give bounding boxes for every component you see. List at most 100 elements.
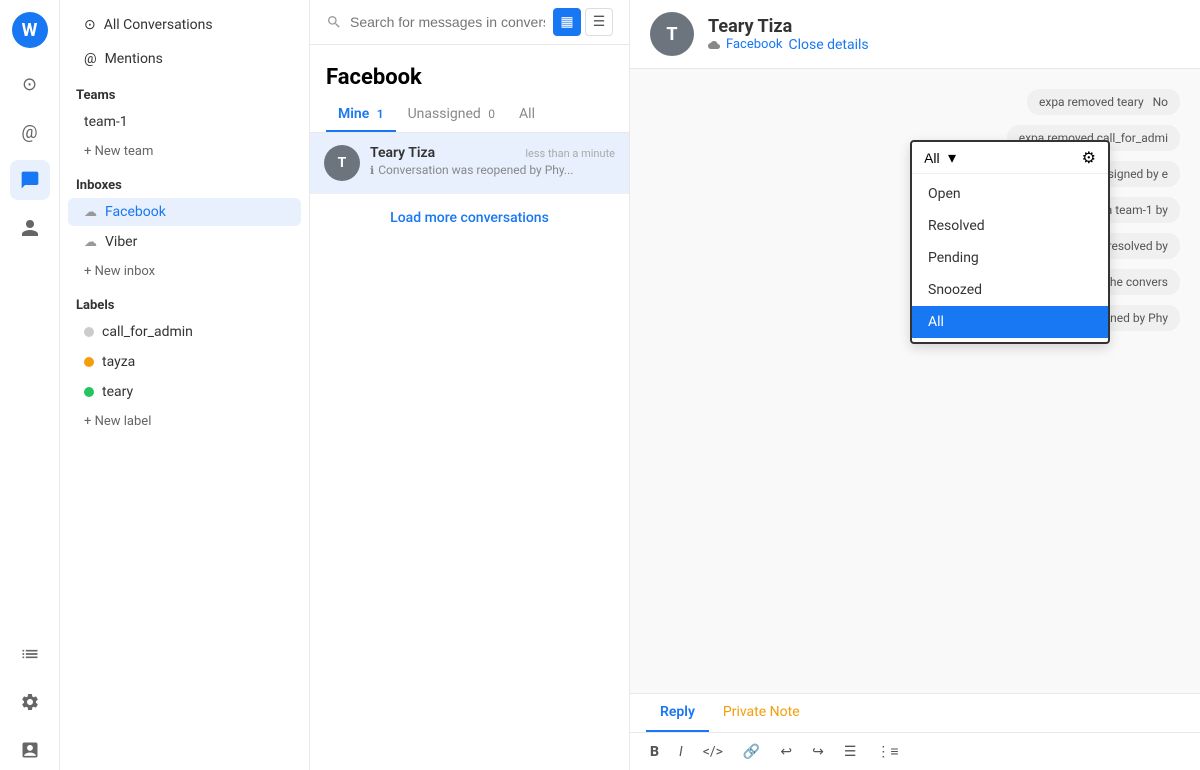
new-label-label: + New label: [84, 414, 151, 429]
contacts-icon[interactable]: [10, 208, 50, 248]
conv-name: Teary Tiza: [370, 145, 435, 161]
tab-mine-label: Mine: [338, 106, 369, 122]
chat-header-avatar: T: [650, 12, 694, 56]
tab-mine-count: 1: [377, 107, 384, 121]
home-icon[interactable]: ⊙: [10, 64, 50, 104]
redo-button[interactable]: ↪: [808, 742, 828, 762]
teams-group-title: Teams: [60, 76, 309, 107]
filter-option-all[interactable]: All: [912, 306, 1108, 338]
reply-tabs: Reply Private Note: [630, 694, 1200, 733]
call-for-admin-label: call_for_admin: [102, 324, 193, 340]
view-toggle: ▦ ☰: [553, 8, 613, 36]
filter-dropdown-popup: All ▾ ⚙ Open Resolved Pending Snoozed Al…: [910, 140, 1110, 344]
inboxes-group-title: Inboxes: [60, 166, 309, 197]
reply-tab-private-note[interactable]: Private Note: [709, 694, 814, 732]
dropdown-options: Open Resolved Pending Snoozed All: [912, 174, 1108, 342]
call-for-admin-dot: [84, 327, 94, 337]
tayza-dot: [84, 357, 94, 367]
viber-inbox-label: Viber: [105, 234, 137, 250]
chat-header-info: Teary Tiza Facebook Close details: [708, 16, 1180, 53]
close-details-button[interactable]: Close details: [788, 37, 868, 53]
sidebar-item-viber[interactable]: ☁ Viber: [68, 228, 301, 256]
list-view-button[interactable]: ☰: [585, 8, 613, 36]
sidebar-item-label-tayza[interactable]: tayza: [68, 348, 301, 376]
conv-list-title: Facebook: [326, 57, 613, 98]
filter-option-resolved[interactable]: Resolved: [912, 210, 1108, 242]
new-inbox-button[interactable]: + New inbox: [68, 258, 301, 285]
tab-unassigned-count: 0: [488, 107, 495, 121]
snippet-text: Conversation was reopened by Phy...: [378, 163, 573, 177]
mention-icon[interactable]: @: [10, 112, 50, 152]
sidebar-item-mentions[interactable]: @ Mentions: [68, 43, 301, 75]
tab-all-label: All: [519, 106, 535, 122]
filter-select[interactable]: All: [924, 150, 940, 166]
conv-info: Teary Tiza less than a minute ℹ Conversa…: [370, 145, 615, 177]
dropdown-header: All ▾ ⚙: [912, 142, 1108, 174]
filter-option-open[interactable]: Open: [912, 178, 1108, 210]
undo-button[interactable]: ↩: [776, 742, 796, 762]
chat-header-sub: Facebook Close details: [708, 37, 1180, 53]
icon-bar: W ⊙ @: [0, 0, 60, 770]
mentions-icon: @: [84, 51, 97, 67]
labels-group-title: Labels: [60, 286, 309, 317]
campaigns-icon[interactable]: [10, 730, 50, 770]
sidebar-item-facebook[interactable]: ☁ Facebook: [68, 198, 301, 226]
tab-mine[interactable]: Mine 1: [326, 98, 396, 132]
load-more-button[interactable]: Load more conversations: [310, 194, 629, 242]
reply-tab-reply[interactable]: Reply: [646, 694, 709, 732]
avatar: T: [324, 145, 360, 181]
facebook-inbox-label: Facebook: [105, 204, 166, 220]
sidebar: ⊙ All Conversations @ Mentions Teams tea…: [60, 0, 310, 770]
conv-list-header: Facebook Mine 1 Unassigned 0 All: [310, 45, 629, 133]
search-bar: ▦ ☰: [310, 0, 629, 45]
platform-link[interactable]: Facebook: [726, 37, 782, 52]
app-logo: W: [12, 12, 48, 48]
sidebar-item-label-teary[interactable]: teary: [68, 378, 301, 406]
search-icon: [326, 14, 342, 30]
cloud-icon: [708, 39, 720, 51]
all-conversations-icon: ⊙: [84, 17, 96, 33]
filter-option-snoozed[interactable]: Snoozed: [912, 274, 1108, 306]
chat-header: T Teary Tiza Facebook Close details: [630, 0, 1200, 69]
teary-dot: [84, 387, 94, 397]
message-item: expa removed teary No: [1027, 89, 1180, 115]
chat-area: T Teary Tiza Facebook Close details expa…: [630, 0, 1200, 770]
conversation-item[interactable]: T Teary Tiza less than a minute ℹ Conver…: [310, 133, 629, 194]
new-team-button[interactable]: + New team: [68, 138, 301, 165]
bold-button[interactable]: B: [646, 742, 663, 762]
ordered-list-button[interactable]: ⋮≡: [872, 741, 902, 762]
info-icon: ℹ: [370, 164, 374, 177]
settings-icon[interactable]: [10, 682, 50, 722]
reply-area: Reply Private Note B I </> 🔗 ↩ ↪ ☰ ⋮≡: [630, 693, 1200, 770]
filter-options-icon[interactable]: ⚙: [1082, 148, 1096, 167]
sidebar-item-team-1[interactable]: team-1: [68, 108, 301, 136]
team-1-label: team-1: [84, 114, 128, 130]
facebook-inbox-icon: ☁: [84, 205, 97, 220]
all-conversations-label: All Conversations: [104, 17, 213, 33]
tab-unassigned[interactable]: Unassigned 0: [396, 98, 507, 132]
mentions-label: Mentions: [105, 51, 163, 67]
sidebar-item-label-call-for-admin[interactable]: call_for_admin: [68, 318, 301, 346]
teary-label: teary: [102, 384, 133, 400]
conversation-list: ▦ ☰ Facebook Mine 1 Unassigned 0 All T T…: [310, 0, 630, 770]
list-button[interactable]: ☰: [840, 742, 861, 762]
grid-view-button[interactable]: ▦: [553, 8, 581, 36]
reports-icon[interactable]: [10, 634, 50, 674]
conv-time: less than a minute: [525, 147, 615, 160]
filter-chevron-icon: ▾: [948, 148, 956, 167]
conv-snippet: ℹ Conversation was reopened by Phy...: [370, 163, 615, 177]
tab-all[interactable]: All: [507, 98, 547, 132]
sidebar-item-all-conversations[interactable]: ⊙ All Conversations: [68, 9, 301, 41]
viber-inbox-icon: ☁: [84, 235, 97, 250]
italic-button[interactable]: I: [675, 742, 687, 762]
conversation-icon[interactable]: [10, 160, 50, 200]
conv-tabs-row: Mine 1 Unassigned 0 All: [326, 98, 613, 132]
code-button[interactable]: </>: [699, 742, 727, 762]
tab-unassigned-label: Unassigned: [408, 106, 481, 122]
search-input[interactable]: [350, 14, 545, 30]
link-button[interactable]: 🔗: [739, 742, 764, 762]
new-label-button[interactable]: + New label: [68, 408, 301, 435]
reply-toolbar: B I </> 🔗 ↩ ↪ ☰ ⋮≡: [630, 733, 1200, 770]
filter-option-pending[interactable]: Pending: [912, 242, 1108, 274]
chat-contact-name: Teary Tiza: [708, 16, 1180, 37]
